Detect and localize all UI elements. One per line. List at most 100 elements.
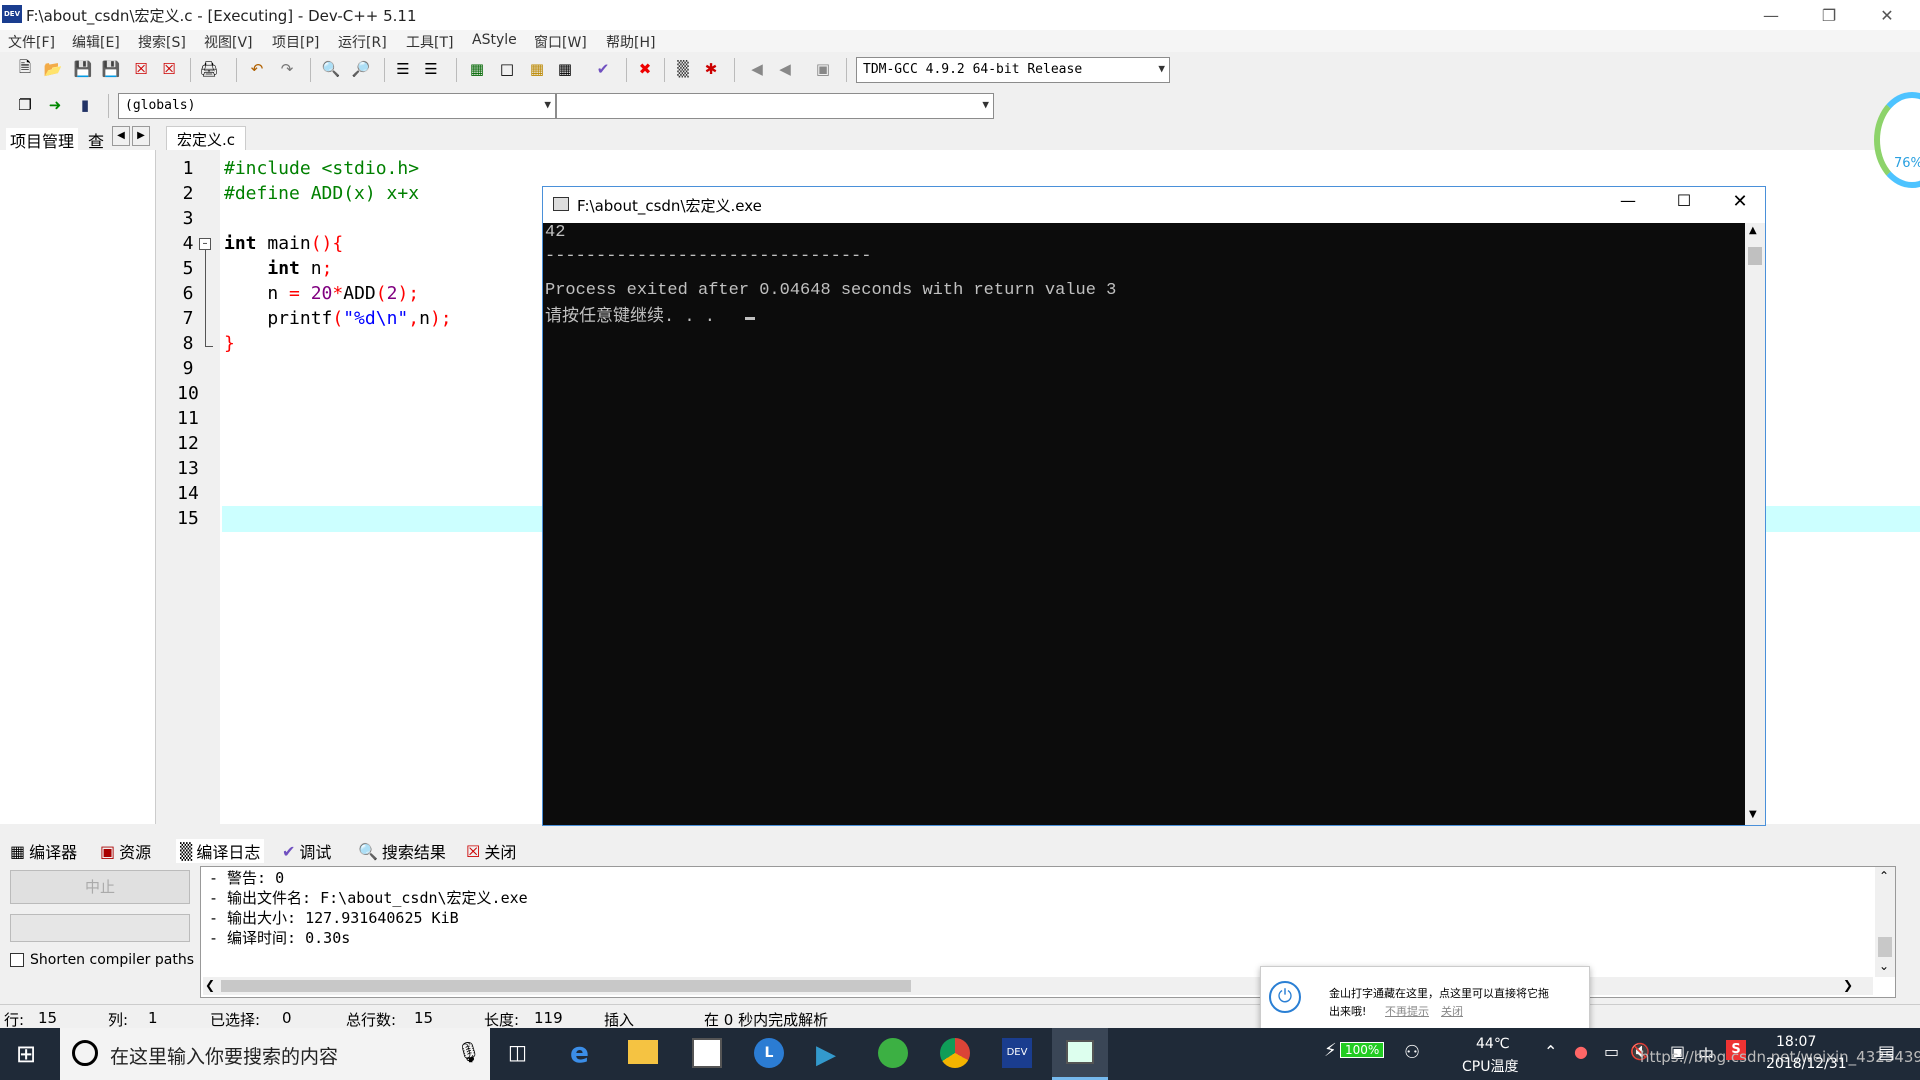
remove-from-project-icon[interactable]: ▮ xyxy=(72,92,98,118)
battery-indicator[interactable]: 100% xyxy=(1340,1042,1385,1058)
notification-center-icon[interactable]: ▤ xyxy=(1878,1042,1895,1063)
restore-button[interactable]: ❐ xyxy=(1800,0,1858,30)
console-minimize-button[interactable]: — xyxy=(1603,191,1653,210)
tab-search-results[interactable]: 🔍 搜索结果 xyxy=(358,839,446,863)
profile-delete-icon[interactable]: ✱ xyxy=(698,56,724,82)
console-scrollbar[interactable]: ▲ ▼ xyxy=(1745,223,1765,825)
scope-select[interactable]: (globals) ▼ xyxy=(118,93,556,119)
notification-close-link[interactable]: 关闭 xyxy=(1441,1003,1463,1019)
menu-run[interactable]: 运行[R] xyxy=(338,32,387,52)
store-icon[interactable] xyxy=(692,1038,722,1068)
menu-project[interactable]: 项目[P] xyxy=(272,32,319,52)
devcpp-taskbar-icon[interactable]: DEV xyxy=(1002,1038,1032,1068)
log-vscrollbar[interactable]: ⌃ ⌄ xyxy=(1875,867,1895,977)
dont-show-link[interactable]: 不再提示 xyxy=(1385,1003,1429,1019)
taskbar-search[interactable]: 在这里输入你要搜索的内容 🎙 xyxy=(60,1028,490,1080)
microphone-icon[interactable]: 🎙 xyxy=(456,1040,481,1064)
clock-date[interactable]: 2018/12/31 xyxy=(1766,1056,1847,1072)
console-close-button[interactable]: ✕ xyxy=(1715,191,1765,212)
tab-project[interactable]: 项目管理 xyxy=(6,128,79,152)
bookmark-icon[interactable]: ▣ xyxy=(810,56,836,82)
open-file-icon[interactable]: 📂 xyxy=(40,56,66,82)
menu-help[interactable]: 帮助[H] xyxy=(606,32,655,52)
scroll-up-icon[interactable]: ▲ xyxy=(1749,225,1757,236)
windows-start-icon[interactable]: ⊞ xyxy=(16,1040,36,1068)
scroll-up-icon[interactable]: ⌃ xyxy=(1879,869,1889,883)
add-to-project-icon[interactable]: ➜ xyxy=(42,92,68,118)
hscroll-thumb[interactable] xyxy=(221,980,911,992)
scroll-down-icon[interactable]: ⌄ xyxy=(1879,959,1889,973)
task-view-icon[interactable]: ◫ xyxy=(508,1040,527,1064)
scroll-left-icon[interactable]: ❮ xyxy=(205,978,215,992)
scroll-down-icon[interactable]: ▼ xyxy=(1749,809,1757,820)
tab-debug[interactable]: ✔ 调试 xyxy=(282,839,331,863)
minimize-button[interactable]: — xyxy=(1742,0,1800,30)
compile-run-icon[interactable]: ▦ xyxy=(524,56,550,82)
abort-button[interactable]: 中止 xyxy=(10,870,190,904)
undo-icon[interactable]: ↶ xyxy=(244,56,270,82)
goto-next-icon[interactable]: ◀ xyxy=(772,56,798,82)
edge-icon[interactable]: e xyxy=(570,1036,589,1069)
menu-tools[interactable]: 工具[T] xyxy=(406,32,453,52)
menu-edit[interactable]: 编辑[E] xyxy=(72,32,120,52)
tab-scroll-right-icon[interactable]: ▶ xyxy=(132,126,150,146)
scroll-thumb[interactable] xyxy=(1748,247,1762,265)
print-icon[interactable]: 🖨 xyxy=(196,56,222,82)
app-l-icon[interactable]: L xyxy=(754,1038,784,1068)
log-hscrollbar[interactable]: ❮ ❯ xyxy=(203,977,1873,995)
menu-view[interactable]: 视图[V] xyxy=(204,32,253,52)
console-maximize-button[interactable]: ☐ xyxy=(1659,191,1709,210)
symbol-select[interactable]: ▼ xyxy=(556,93,994,119)
tab-file[interactable]: 宏定义.c xyxy=(166,126,247,152)
battery-icon[interactable]: ▭ xyxy=(1604,1042,1619,1061)
goto-prev-icon[interactable]: ◀ xyxy=(744,56,770,82)
compiler-select[interactable]: TDM-GCC 4.9.2 64-bit Release ▼ xyxy=(856,57,1170,83)
compile-log[interactable]: - 警告: 0 - 输出文件名: F:\about_csdn\宏定义.exe -… xyxy=(200,866,1896,998)
tab-resources[interactable]: ▣ 资源 xyxy=(100,839,151,863)
unindent-icon[interactable]: ☰ xyxy=(418,56,444,82)
tab-close[interactable]: ☒ 关闭 xyxy=(466,839,516,863)
green-app-icon[interactable] xyxy=(878,1038,908,1068)
tab-compile-log[interactable]: ▒ 编译日志 xyxy=(176,839,265,863)
save-icon[interactable]: 💾 xyxy=(70,56,96,82)
indent-icon[interactable]: ☰ xyxy=(390,56,416,82)
run-icon[interactable]: □ xyxy=(494,56,520,82)
tab-compiler[interactable]: ▦ 编译器 xyxy=(10,839,77,863)
close-button[interactable]: ✕ xyxy=(1858,0,1916,30)
qq-icon[interactable]: ● xyxy=(1574,1042,1588,1061)
new-project-icon[interactable]: ❐ xyxy=(12,92,38,118)
close-all-icon[interactable]: ☒ xyxy=(156,56,182,82)
tab-scroll-left-icon[interactable]: ◀ xyxy=(112,126,130,146)
tab-class[interactable]: 查 xyxy=(88,128,104,152)
fold-collapse-icon[interactable]: – xyxy=(199,238,211,250)
redo-icon[interactable]: ↷ xyxy=(274,56,300,82)
clock-time[interactable]: 18:07 xyxy=(1776,1034,1816,1050)
people-icon[interactable]: ⚇ xyxy=(1404,1042,1420,1063)
console-output[interactable]: 42 -------------------------------- Proc… xyxy=(543,223,1765,825)
compile-icon[interactable]: ▦ xyxy=(464,56,490,82)
profile-chart-icon[interactable]: ▒ xyxy=(670,56,696,82)
debug-check-icon[interactable]: ✔ xyxy=(590,56,616,82)
shorten-paths-checkbox[interactable] xyxy=(10,953,24,967)
stop-icon[interactable]: ✖ xyxy=(632,56,658,82)
vscroll-thumb[interactable] xyxy=(1878,937,1892,957)
menu-window[interactable]: 窗口[W] xyxy=(534,32,587,52)
rebuild-icon[interactable]: ▦ xyxy=(552,56,578,82)
new-file-icon[interactable]: 🗎 xyxy=(12,56,38,82)
save-all-icon[interactable]: 💾 xyxy=(98,56,124,82)
chevron-up-icon[interactable]: ⌃ xyxy=(1544,1042,1557,1061)
replace-icon[interactable]: 🔎 xyxy=(348,56,374,82)
menu-astyle[interactable]: AStyle xyxy=(472,32,517,48)
find-icon[interactable]: 🔍 xyxy=(318,56,344,82)
shorten-paths-option[interactable]: Shorten compiler paths xyxy=(10,952,194,968)
notification-popup[interactable]: ⏻ 金山打字通藏在这里，点这里可以直接将它拖 出来哦! 不再提示 关闭 xyxy=(1260,966,1590,1032)
file-explorer-icon[interactable] xyxy=(628,1040,658,1064)
console-taskbar-button[interactable] xyxy=(1052,1028,1108,1080)
scroll-right-icon[interactable]: ❯ xyxy=(1843,978,1853,992)
menu-file[interactable]: 文件[F] xyxy=(8,32,55,52)
power-plug-icon[interactable]: ⚡ xyxy=(1324,1040,1337,1061)
menu-search[interactable]: 搜索[S] xyxy=(138,32,186,52)
media-player-icon[interactable]: ▶ xyxy=(816,1040,836,1070)
chrome-icon[interactable] xyxy=(940,1038,970,1068)
close-file-icon[interactable]: ☒ xyxy=(128,56,154,82)
